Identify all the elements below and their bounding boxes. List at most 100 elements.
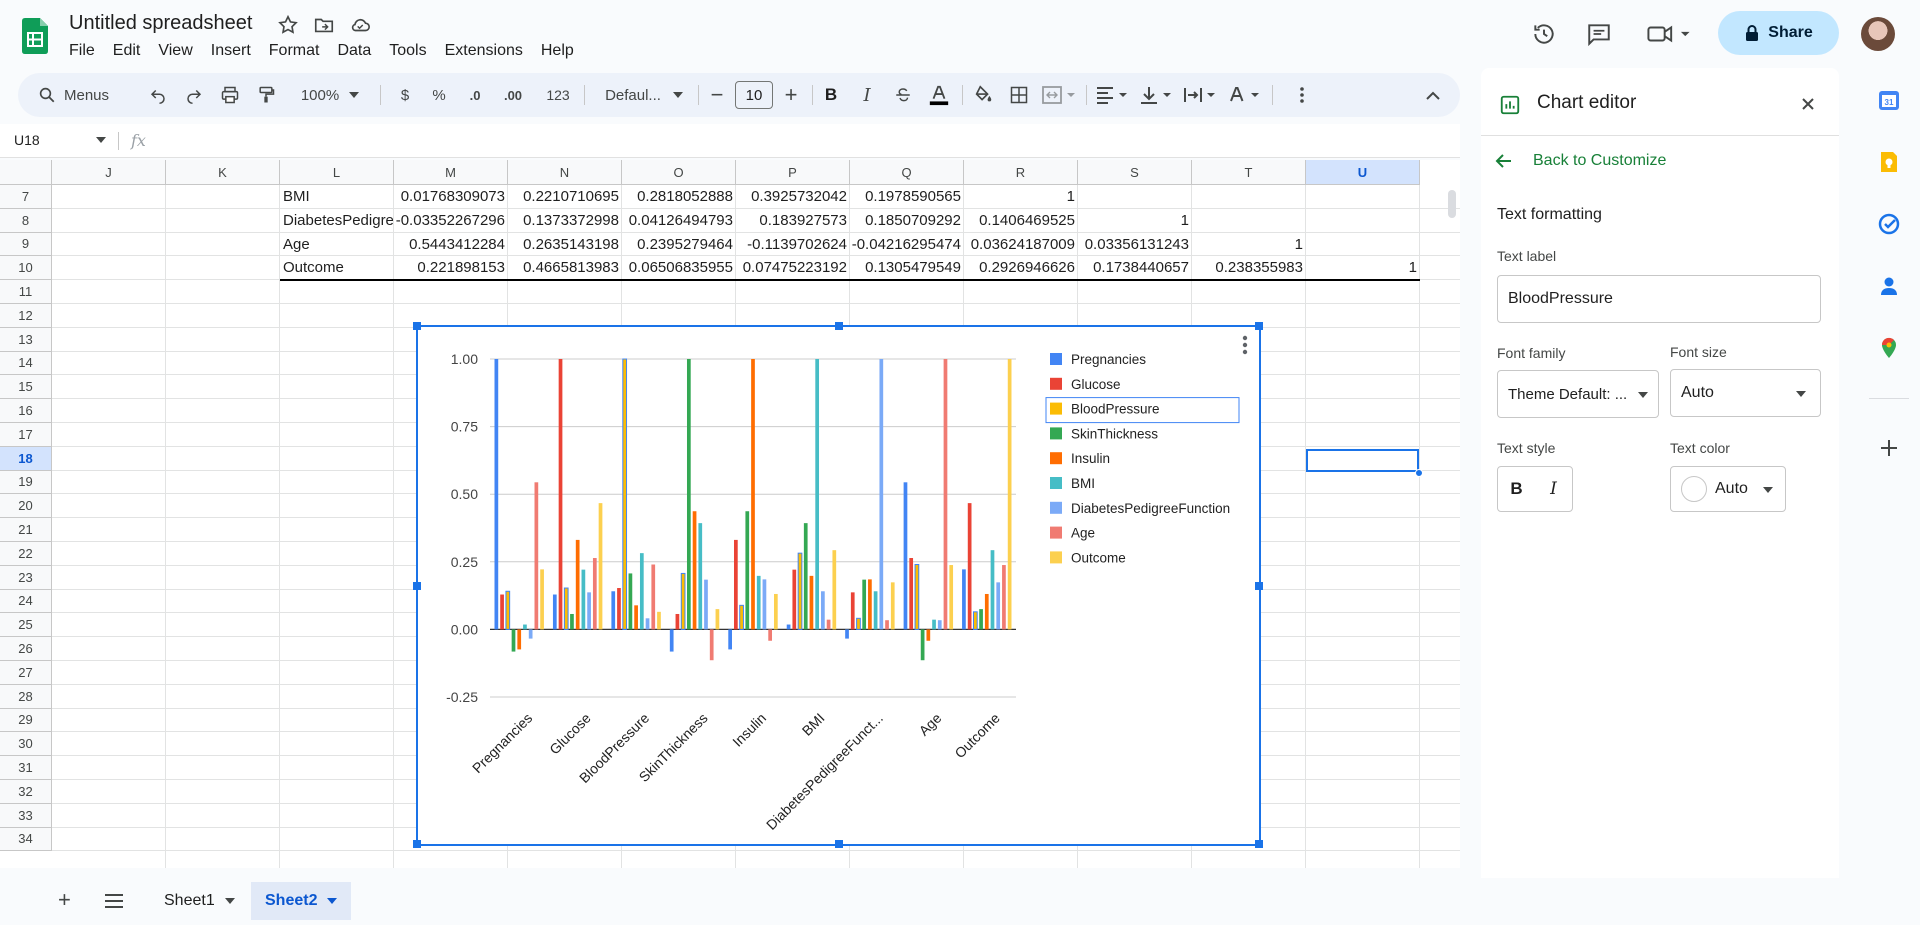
contacts-icon[interactable]: [1878, 275, 1900, 297]
bar[interactable]: [809, 575, 814, 630]
redo-icon[interactable]: [180, 73, 208, 117]
row-header-31[interactable]: 31: [0, 756, 52, 780]
maps-icon[interactable]: [1878, 337, 1900, 359]
cell-u7[interactable]: [1307, 188, 1417, 208]
legend-label[interactable]: BloodPressure: [1071, 402, 1160, 417]
cell-o7[interactable]: 0.2818052888: [623, 188, 733, 208]
bar[interactable]: [967, 503, 972, 630]
cell-q10[interactable]: 0.1305479549: [851, 259, 961, 279]
move-icon[interactable]: [313, 14, 335, 36]
column-header-n[interactable]: N: [508, 160, 622, 185]
cell-u10[interactable]: 1: [1307, 259, 1417, 279]
bar[interactable]: [792, 569, 797, 630]
bar[interactable]: [990, 550, 995, 630]
bar[interactable]: [669, 629, 674, 652]
bar[interactable]: [511, 629, 516, 652]
legend-label[interactable]: SkinThickness: [1071, 426, 1158, 441]
row-header-25[interactable]: 25: [0, 613, 52, 638]
bar[interactable]: [558, 359, 563, 630]
menu-tools[interactable]: Tools: [380, 42, 435, 60]
cell-q9[interactable]: -0.04216295474: [851, 236, 961, 256]
cell-s9[interactable]: 0.03356131243: [1079, 236, 1189, 256]
cell-t10[interactable]: 0.238355983: [1193, 259, 1303, 279]
resize-handle[interactable]: [413, 582, 421, 590]
bar[interactable]: [733, 539, 738, 630]
bar[interactable]: [709, 629, 714, 661]
bar[interactable]: [739, 604, 744, 630]
bar[interactable]: [826, 619, 831, 630]
row-header-8[interactable]: 8: [0, 208, 52, 233]
cell-u8[interactable]: [1307, 212, 1417, 232]
bar[interactable]: [505, 590, 511, 630]
close-icon[interactable]: [1800, 96, 1816, 112]
bar[interactable]: [651, 564, 656, 630]
share-button[interactable]: Share: [1718, 11, 1839, 55]
bar[interactable]: [1002, 565, 1006, 630]
select-all-corner[interactable]: [0, 160, 52, 185]
undo-icon[interactable]: [144, 73, 172, 117]
resize-handle[interactable]: [413, 840, 421, 848]
column-header-q[interactable]: Q: [850, 160, 964, 185]
cell-o9[interactable]: 0.2395279464: [623, 236, 733, 256]
menu-file[interactable]: File: [60, 42, 104, 60]
increase-decimal-button[interactable]: .00: [496, 73, 530, 117]
bar[interactable]: [622, 358, 628, 630]
row-header-16[interactable]: 16: [0, 399, 52, 423]
bar[interactable]: [698, 523, 703, 630]
cell-r9[interactable]: 0.03624187009: [965, 236, 1075, 256]
star-icon[interactable]: [277, 14, 299, 36]
legend-label[interactable]: Glucose: [1071, 377, 1121, 392]
bar[interactable]: [926, 629, 931, 641]
bar[interactable]: [949, 565, 954, 630]
bar[interactable]: [979, 609, 983, 630]
sheets-logo-icon[interactable]: [22, 18, 48, 54]
back-to-customize-link[interactable]: Back to Customize: [1495, 152, 1666, 170]
print-icon[interactable]: [216, 73, 244, 117]
bar[interactable]: [903, 482, 908, 630]
row-header-19[interactable]: 19: [0, 470, 52, 495]
bar[interactable]: [587, 592, 591, 630]
bar[interactable]: [686, 359, 691, 630]
bar[interactable]: [909, 558, 914, 630]
search-menus-button[interactable]: Menus: [32, 73, 132, 117]
cell-n9[interactable]: 0.2635143198: [509, 236, 619, 256]
cell-u9[interactable]: [1307, 236, 1417, 256]
menu-view[interactable]: View: [149, 42, 201, 60]
text-color-icon[interactable]: [924, 73, 954, 117]
bar[interactable]: [879, 359, 884, 630]
cell-o10[interactable]: 0.06506835955: [623, 259, 733, 279]
calendar-icon[interactable]: 31: [1878, 89, 1900, 111]
cell-q7[interactable]: 0.1978590565: [851, 188, 961, 208]
legend-label[interactable]: BMI: [1071, 476, 1095, 491]
column-header-l[interactable]: L: [280, 160, 394, 185]
bar[interactable]: [885, 620, 889, 630]
vertical-scrollbar[interactable]: [1448, 190, 1456, 218]
video-call-icon[interactable]: [1642, 16, 1696, 52]
add-sheet-icon[interactable]: +: [58, 889, 71, 911]
cell-l7[interactable]: BMI: [283, 188, 393, 208]
bar[interactable]: [639, 553, 644, 630]
bar[interactable]: [628, 573, 633, 630]
history-icon[interactable]: [1526, 16, 1562, 52]
decrease-font-size-button[interactable]: −: [704, 73, 730, 117]
bar[interactable]: [645, 618, 650, 630]
legend-label[interactable]: Pregnancies: [1071, 352, 1146, 367]
bar[interactable]: [704, 579, 708, 630]
currency-format-button[interactable]: $: [392, 73, 418, 117]
paint-format-icon[interactable]: [252, 73, 280, 117]
text-wrap-icon[interactable]: [1180, 73, 1222, 117]
bar[interactable]: [534, 482, 539, 630]
decrease-decimal-button[interactable]: .0: [460, 73, 490, 117]
bar[interactable]: [570, 613, 574, 630]
italic-toggle[interactable]: I: [1535, 479, 1572, 499]
cloud-icon[interactable]: [349, 14, 371, 36]
row-header-27[interactable]: 27: [0, 661, 52, 685]
bar[interactable]: [868, 579, 872, 630]
bar[interactable]: [762, 579, 767, 630]
column-header-p[interactable]: P: [736, 160, 850, 185]
column-header-t[interactable]: T: [1192, 160, 1306, 185]
comment-icon[interactable]: [1581, 16, 1617, 52]
row-header-21[interactable]: 21: [0, 518, 52, 542]
bar[interactable]: [914, 564, 920, 630]
all-sheets-icon[interactable]: [105, 894, 123, 908]
